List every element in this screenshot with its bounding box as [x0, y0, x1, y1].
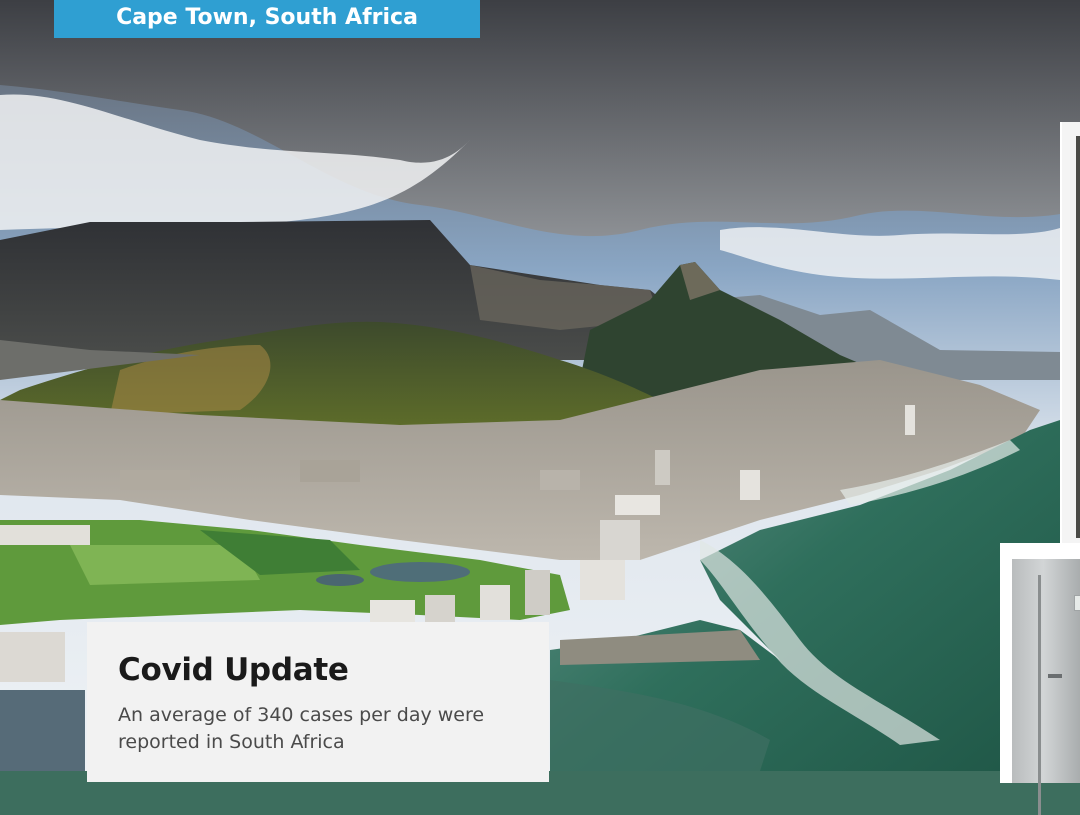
door-handle: [1048, 674, 1062, 678]
door-frame: [1038, 575, 1080, 815]
side-card-top-image: [1076, 136, 1080, 538]
location-label: Cape Town, South Africa: [116, 4, 418, 30]
card-title: Covid Update: [118, 652, 349, 688]
side-card-top[interactable]: [1060, 122, 1080, 552]
side-card-bottom-image: [1012, 559, 1080, 815]
side-card-bottom[interactable]: [1000, 543, 1080, 815]
covid-update-card[interactable]: Covid Update An average of 340 cases per…: [87, 622, 549, 782]
location-tag: Cape Town, South Africa: [54, 0, 480, 38]
door-sign: [1074, 595, 1080, 611]
card-body: An average of 340 cases per day were rep…: [118, 704, 485, 753]
